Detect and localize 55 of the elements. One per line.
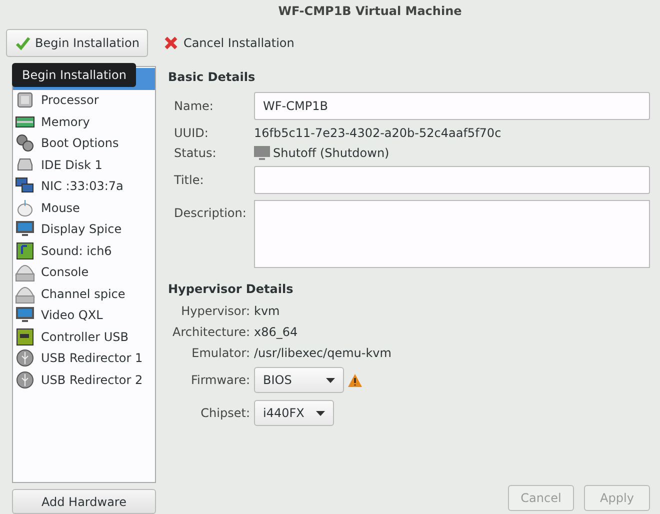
tooltip: Begin Installation bbox=[12, 63, 136, 87]
sidebar-item[interactable]: USB Redirector 2 bbox=[13, 369, 155, 390]
sidebar-item[interactable]: Channel spice bbox=[13, 283, 155, 304]
device-icon bbox=[15, 348, 35, 368]
window-title: WF-CMP1B Virtual Machine bbox=[277, 3, 463, 20]
sidebar-item[interactable]: Sound: ich6 bbox=[13, 240, 155, 262]
add-hardware-button[interactable]: Add Hardware bbox=[12, 489, 156, 514]
section-heading: Basic Details bbox=[168, 70, 256, 84]
device-icon bbox=[15, 240, 35, 261]
field-label: Status: bbox=[174, 146, 218, 160]
field-label: Hypervisor: bbox=[180, 304, 250, 318]
sidebar-item[interactable]: Memory bbox=[13, 111, 155, 132]
sidebar-item[interactable]: Boot Options bbox=[13, 132, 155, 154]
sidebar-item[interactable]: IDE Disk 1 bbox=[13, 154, 155, 176]
field-label: UUID: bbox=[174, 126, 210, 140]
field-label: Chipset: bbox=[200, 406, 250, 420]
firmware-dropdown[interactable]: BIOS bbox=[254, 367, 344, 393]
field-label: Description: bbox=[174, 206, 248, 220]
sidebar-item[interactable]: Video QXL bbox=[13, 304, 155, 326]
sidebar-item[interactable]: Console bbox=[13, 262, 155, 283]
field-value: kvm bbox=[254, 304, 281, 318]
section-heading: Hypervisor Details bbox=[168, 282, 294, 296]
caret-icon bbox=[326, 378, 335, 382]
status-value: Shutoff (Shutdown) bbox=[273, 146, 390, 160]
field-label: Name: bbox=[174, 99, 214, 113]
device-icon bbox=[15, 90, 35, 110]
sidebar-item[interactable]: Mouse bbox=[13, 197, 155, 218]
device-icon bbox=[15, 326, 35, 347]
chipset-dropdown[interactable]: i440FX bbox=[254, 400, 334, 426]
title-field[interactable] bbox=[254, 166, 650, 194]
warning-icon bbox=[348, 374, 362, 386]
field-label: Architecture: bbox=[171, 325, 250, 339]
begin-installation-button[interactable]: Begin Installation bbox=[6, 29, 148, 57]
device-icon bbox=[15, 370, 35, 390]
device-icon bbox=[15, 262, 35, 282]
field-value: x86_64 bbox=[254, 325, 299, 339]
checkmark-icon bbox=[15, 35, 31, 51]
sidebar-item[interactable]: Processor bbox=[13, 90, 155, 111]
field-value: /usr/libexec/qemu-kvm bbox=[254, 346, 392, 360]
monitor-icon bbox=[254, 146, 270, 160]
uuid-value: 16fb5c11-7e23-4302-a20b-52c4aaf5f70c bbox=[254, 126, 502, 140]
caret-icon bbox=[316, 410, 326, 416]
description-field[interactable] bbox=[254, 200, 650, 268]
device-icon bbox=[15, 198, 35, 218]
field-label: Title: bbox=[174, 173, 205, 187]
field-label: Firmware: bbox=[190, 373, 250, 387]
device-icon bbox=[15, 133, 35, 154]
sidebar-item[interactable]: Display Spice bbox=[13, 218, 155, 240]
close-icon bbox=[163, 35, 180, 51]
field-label: Emulator: bbox=[190, 346, 250, 360]
sidebar-item[interactable]: USB Redirector 1 bbox=[13, 348, 155, 369]
sidebar-item[interactable]: NIC :33:03:7a bbox=[13, 176, 155, 197]
cancel-installation-button[interactable]: Cancel Installation bbox=[154, 29, 304, 57]
name-field[interactable]: WF-CMP1B bbox=[254, 92, 650, 120]
sidebar-item[interactable]: Controller USB bbox=[13, 326, 155, 348]
